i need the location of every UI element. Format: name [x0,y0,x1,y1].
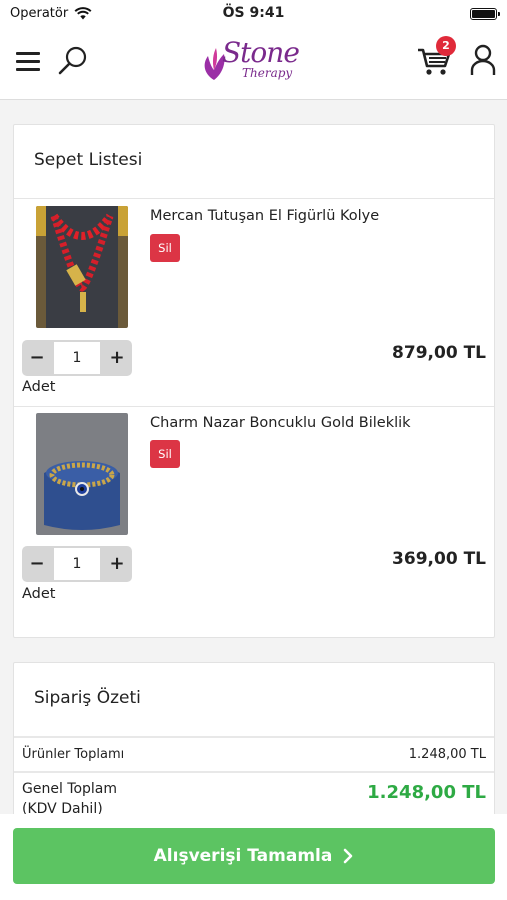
decrease-button[interactable]: − [22,546,52,582]
checkout-bar: Alışverişi Tamamla [0,814,507,900]
product-name[interactable]: Charm Nazar Boncuklu Gold Bileklik [150,415,411,431]
battery-icon [470,8,500,20]
cart-list-title: Sepet Listesi [34,150,143,170]
search-icon[interactable] [56,44,90,78]
increase-button[interactable]: + [102,546,132,582]
grand-total-value: 1.248,00 TL [367,782,486,803]
quantity-input[interactable]: 1 [54,342,100,374]
status-bar: Operatör ÖS 9:41 [0,0,507,28]
app-header: Stone Therapy 2 [0,28,507,100]
divider [14,198,494,199]
quantity-stepper: − 1 + [22,546,132,582]
divider [14,406,494,407]
product-price: 879,00 TL [392,343,486,363]
delete-button[interactable]: Sil [150,234,180,262]
product-image-bracelet[interactable] [36,413,128,535]
divider [14,736,494,738]
subtotal-label: Ürünler Toplamı [22,747,125,762]
chevron-right-icon [344,848,353,864]
menu-icon[interactable] [16,52,40,72]
quantity-label: Adet [22,379,56,395]
product-name[interactable]: Mercan Tutuşan El Figürlü Kolye [150,208,379,224]
complete-purchase-button[interactable]: Alışverişi Tamamla [13,828,495,884]
complete-purchase-label: Alışverişi Tamamla [153,846,333,866]
cart-count-badge: 2 [436,36,456,56]
quantity-input[interactable]: 1 [54,548,100,580]
increase-button[interactable]: + [102,340,132,376]
product-price: 369,00 TL [392,549,486,569]
logo-text-sub: Therapy [242,66,293,80]
order-summary-title: Sipariş Özeti [34,688,141,708]
decrease-button[interactable]: − [22,340,52,376]
subtotal-value: 1.248,00 TL [408,747,486,762]
product-image-necklace[interactable] [36,206,128,328]
delete-button[interactable]: Sil [150,440,180,468]
brand-logo[interactable]: Stone Therapy [200,36,310,92]
divider [14,771,494,773]
user-icon[interactable] [470,44,496,76]
quantity-label: Adet [22,586,56,602]
quantity-stepper: − 1 + [22,340,132,376]
cart-list-card: Sepet Listesi Mercan Tutuşan El Figürlü … [13,124,495,638]
clock: ÖS 9:41 [222,5,285,21]
logo-text-main: Stone [222,36,300,69]
grand-total-label: Genel Toplam [22,781,118,797]
